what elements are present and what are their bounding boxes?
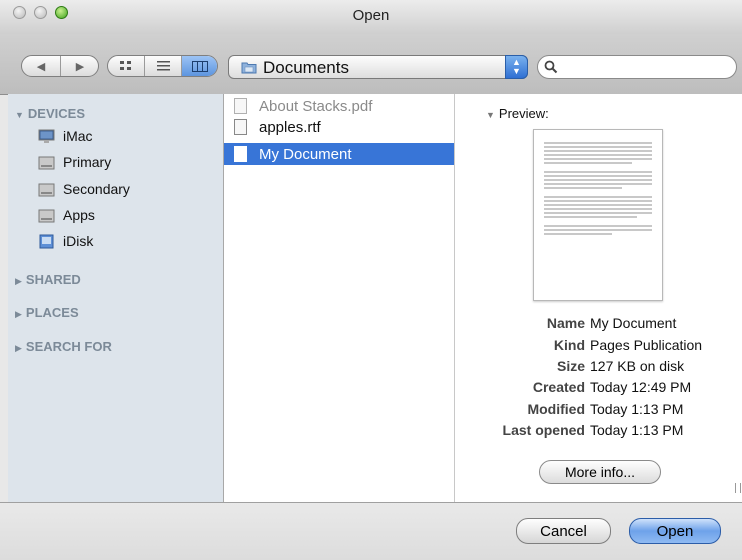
column-view-icon	[192, 60, 208, 72]
file-column: About Stacks.pdf apples.rtf My Document	[224, 94, 455, 502]
disclosure-closed-icon: ▶	[15, 309, 22, 319]
more-info-button[interactable]: More info...	[539, 460, 661, 484]
view-mode-control	[107, 55, 218, 77]
sidebar-item-secondary[interactable]: Secondary	[38, 179, 130, 199]
search-field[interactable]	[537, 55, 737, 79]
column-resize-handle[interactable]	[735, 483, 741, 493]
search-for-section[interactable]: ▶ SEARCH FOR	[15, 339, 112, 354]
info-row-name: Name My Document	[546, 315, 677, 331]
rtf-file-icon	[234, 119, 247, 135]
sidebar-item-idisk[interactable]: iDisk	[38, 231, 93, 251]
info-row-modified: Modified Today 1:13 PM	[527, 401, 684, 417]
sidebar: ▼ DEVICES iMac Primary Secondary Apps iDi…	[8, 94, 224, 502]
document-preview-thumbnail	[533, 129, 663, 301]
file-row-my-document[interactable]: My Document	[224, 143, 454, 165]
sidebar-item-apps[interactable]: Apps	[38, 205, 95, 225]
disclosure-closed-icon: ▶	[15, 276, 22, 286]
hard-drive-icon	[38, 209, 55, 222]
preview-header: ▼ Preview:	[486, 106, 549, 121]
imac-icon	[38, 129, 55, 143]
info-row-last-opened: Last opened Today 1:13 PM	[502, 422, 684, 438]
shared-section[interactable]: ▶ SHARED	[15, 272, 81, 287]
open-button[interactable]: Open	[629, 518, 721, 544]
title-bar: Open	[0, 0, 742, 34]
chevron-right-icon: ▶	[75, 60, 85, 73]
info-row-created: Created Today 12:49 PM	[532, 379, 692, 395]
search-icon	[544, 60, 558, 74]
column-view-button[interactable]	[182, 56, 217, 76]
hard-drive-icon	[38, 183, 55, 196]
location-popup[interactable]: Documents ▲ ▼	[228, 55, 528, 79]
list-view-icon	[156, 61, 170, 71]
chevron-left-icon: ◀	[36, 60, 46, 73]
disclosure-open-icon: ▼	[15, 110, 24, 120]
file-row-about-stacks[interactable]: About Stacks.pdf	[224, 95, 454, 117]
back-button[interactable]: ◀	[22, 56, 60, 76]
forward-button[interactable]: ▶	[61, 56, 98, 76]
idisk-icon	[39, 234, 54, 248]
disclosure-open-icon: ▼	[486, 110, 495, 120]
hard-drive-icon	[38, 156, 55, 169]
back-forward-control: ◀ ▶	[21, 55, 99, 77]
info-row-kind: Kind Pages Publication	[553, 337, 703, 353]
info-row-size: Size 127 KB on disk	[556, 358, 685, 374]
pages-document-icon	[234, 146, 247, 162]
icon-view-icon	[120, 61, 131, 70]
sidebar-item-imac[interactable]: iMac	[38, 126, 93, 146]
popup-arrows-icon: ▲ ▼	[505, 55, 528, 79]
file-row-apples[interactable]: apples.rtf	[224, 116, 454, 138]
devices-section[interactable]: ▼ DEVICES	[15, 106, 85, 121]
icon-view-button[interactable]	[108, 56, 144, 76]
list-view-button[interactable]	[145, 56, 181, 76]
pdf-file-icon	[234, 98, 247, 114]
location-label: Documents	[263, 58, 349, 77]
disclosure-closed-icon: ▶	[15, 343, 22, 353]
places-section[interactable]: ▶ PLACES	[15, 305, 79, 320]
window-title: Open	[352, 7, 390, 24]
folder-icon	[241, 62, 257, 74]
open-dialog-window: Open ◀ ▶ Documents ▲ ▼ ▼ DEVICES iMac Pr…	[0, 0, 742, 560]
sidebar-item-primary[interactable]: Primary	[38, 152, 111, 172]
cancel-button[interactable]: Cancel	[516, 518, 611, 544]
